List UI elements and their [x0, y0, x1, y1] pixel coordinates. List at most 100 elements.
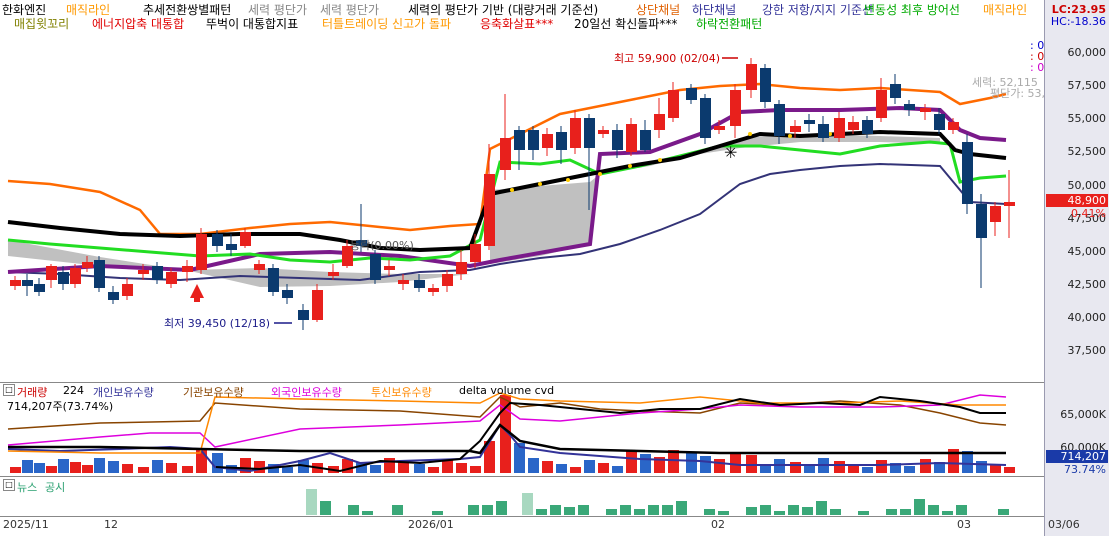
volume-bar [166, 463, 177, 473]
volume-bar [442, 460, 453, 473]
legend-trust[interactable]: 투신보유수량 [371, 384, 432, 400]
legend-ma20[interactable]: 20일선 확신돌파*** [574, 17, 677, 31]
candle-body [654, 114, 665, 130]
volume-bar [34, 463, 45, 473]
volume-bar [920, 459, 931, 473]
price-chart[interactable]: 최고 59,900 (02/04) 최저 39,450 (12/18) 등락(0… [0, 34, 1044, 382]
volume-bar [22, 460, 33, 473]
news-bar [348, 505, 359, 515]
collapse-icon[interactable]: □ [3, 384, 15, 396]
current-change: 0.41% [1071, 207, 1106, 220]
news-bar [914, 499, 925, 515]
candle-body [414, 280, 425, 288]
candle-body [668, 90, 679, 118]
news-bar [746, 507, 757, 515]
price-tick: 55,000 [1067, 112, 1107, 125]
price-axis[interactable]: LC:23.95 HC:-18.36 60,000 57,500 55,000 … [1044, 0, 1109, 536]
legend-224[interactable]: 224 [63, 384, 84, 397]
volume-bar [556, 464, 567, 473]
hc-label: HC:-18.36 [1050, 15, 1106, 28]
candle-body [834, 118, 845, 138]
legend-support-line[interactable]: 강한 저항/지지 기준선 [762, 3, 873, 17]
candle-body [626, 124, 637, 152]
candle-body [990, 206, 1001, 222]
volume-bar [370, 465, 381, 473]
volume-bar [212, 453, 223, 473]
volume-bar [122, 464, 133, 473]
candle-body [328, 272, 339, 276]
legend-disclosure[interactable]: 공시 [45, 479, 65, 495]
legend-magic-line[interactable]: 매직라인 [66, 3, 110, 17]
legend-lower-channel[interactable]: 하단채널 [692, 3, 736, 17]
candle-body [384, 266, 395, 270]
volume-bar [976, 461, 987, 473]
volume-bar [1004, 467, 1015, 473]
volume-bar [456, 463, 467, 473]
candle-body [818, 124, 829, 138]
price-tick: 37,500 [1067, 344, 1107, 357]
candle-body [700, 98, 711, 138]
high-annotation: 최고 59,900 (02/04) [614, 52, 720, 65]
legend-arrow[interactable]: 응축화살표*** [480, 17, 553, 31]
legend-magic-line-2[interactable]: 매직라인 [983, 3, 1027, 17]
legend-walker[interactable]: 뚜벅이 대통합지표 [206, 17, 298, 31]
legend-turtle[interactable]: 터틀트레이딩 신고가 돌파 [322, 17, 451, 31]
volume-bar [528, 458, 539, 473]
panel-divider[interactable] [0, 516, 1044, 517]
legend-cvd[interactable]: delta volume cvd [459, 384, 554, 397]
candle-body [282, 290, 293, 298]
news-chart[interactable] [0, 477, 1044, 516]
volume-bar [760, 466, 771, 473]
news-bar [858, 511, 869, 515]
volume-bar [612, 466, 623, 473]
candle-body [298, 310, 309, 320]
volume-bar [904, 466, 915, 473]
buy-arrow-icon [190, 284, 204, 302]
candle-body [612, 130, 623, 150]
legend-trend-pattern[interactable]: 추세전환쌍별패턴 [143, 3, 231, 17]
volume-bar [598, 463, 609, 473]
volume-tag: 714,207 [1046, 450, 1108, 463]
legend-news[interactable]: 뉴스 [17, 479, 37, 495]
volume-pct: 73.74% [1064, 463, 1106, 476]
volume-bar [714, 459, 725, 473]
candle-body [730, 90, 741, 126]
change-annotation: 등락(0.00%) [350, 239, 414, 252]
candle-body [774, 104, 785, 136]
news-bar [900, 509, 911, 515]
volume-bar [138, 467, 149, 473]
news-bar [468, 505, 479, 515]
volume-bar [70, 462, 81, 473]
candle-body [570, 118, 581, 148]
candle-body [34, 284, 45, 292]
candle-body [82, 262, 93, 268]
volume-bar [730, 452, 741, 473]
volume-bar [282, 467, 293, 473]
legend-down-pattern[interactable]: 하락전환패턴 [696, 17, 762, 31]
news-bar [662, 505, 673, 515]
news-bar [578, 505, 589, 515]
collapse-icon[interactable]: □ [3, 479, 15, 491]
legend-foreign[interactable]: 외국인보유수량 [271, 384, 342, 400]
price-tick: 50,000 [1067, 179, 1107, 192]
axis-date: 03 [957, 518, 971, 531]
candle-body [528, 130, 539, 150]
axis-date: 02 [711, 518, 725, 531]
candle-body [152, 266, 163, 280]
candle-body [890, 84, 901, 98]
legend-force-avg-1[interactable]: 세력 평단가 [248, 3, 307, 17]
legend-energy[interactable]: 에너지압축 대통합 [92, 17, 184, 31]
news-bar [320, 501, 331, 515]
legend-institution[interactable]: 기관보유수량 [183, 384, 244, 400]
legend-upper-channel[interactable]: 상단채널 [636, 3, 680, 17]
legend-accum-tail[interactable]: 매집윗꼬리 [14, 17, 69, 31]
legend-force-base[interactable]: 세력의 평단가 기반 (대량거래 기준선) [408, 3, 598, 17]
legend-stock-name[interactable]: 한화엔진 [2, 3, 46, 17]
candle-body [108, 292, 119, 300]
volume-bar [152, 460, 163, 473]
legend-volatility-line[interactable]: 변동성 최후 방어선 [864, 3, 960, 17]
price-tick: 40,000 [1067, 311, 1107, 324]
axis-date: 2026/01 [408, 518, 454, 531]
legend-force-avg-2[interactable]: 세력 평단가 [320, 3, 379, 17]
candle-body [876, 90, 887, 118]
